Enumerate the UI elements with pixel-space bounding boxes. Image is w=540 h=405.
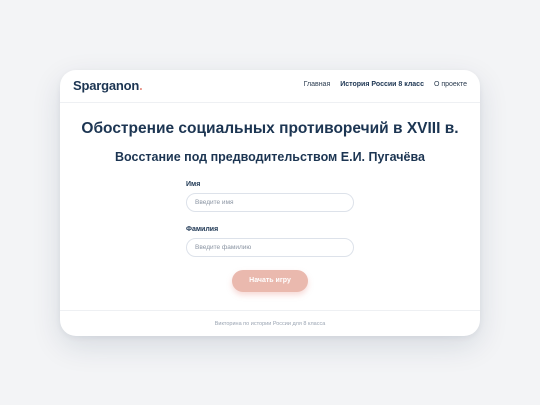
first-name-label: Имя	[186, 181, 201, 188]
page-title: Обострение социальных противоречий в XVI…	[81, 120, 459, 137]
nav-link-about[interactable]: О проекте	[434, 81, 467, 88]
last-name-input[interactable]: Введите фамилию	[186, 238, 354, 257]
logo-dot: .	[139, 78, 143, 93]
last-name-label: Фамилия	[186, 226, 219, 233]
app-card: Sparganon. Главная История России 8 клас…	[60, 70, 480, 336]
nav-link-history-8[interactable]: История России 8 класс	[340, 81, 424, 88]
page-subtitle: Восстание под предводительством Е.И. Пуг…	[115, 150, 425, 164]
nav-link-home[interactable]: Главная	[304, 81, 331, 88]
logo[interactable]: Sparganon.	[73, 78, 143, 93]
top-navbar: Sparganon. Главная История России 8 клас…	[60, 70, 480, 103]
last-name-placeholder: Введите фамилию	[195, 244, 252, 251]
first-name-placeholder: Введите имя	[195, 199, 234, 206]
start-game-button[interactable]: Начать игру	[232, 270, 308, 292]
logo-text: Sparganon	[73, 78, 140, 93]
footer-text: Викторина по истории России для 8 класса	[214, 321, 326, 327]
footer: Викторина по истории России для 8 класса	[60, 310, 480, 336]
first-name-input[interactable]: Введите имя	[186, 193, 354, 212]
nav-menu: Главная История России 8 класс О проекте	[304, 81, 467, 88]
